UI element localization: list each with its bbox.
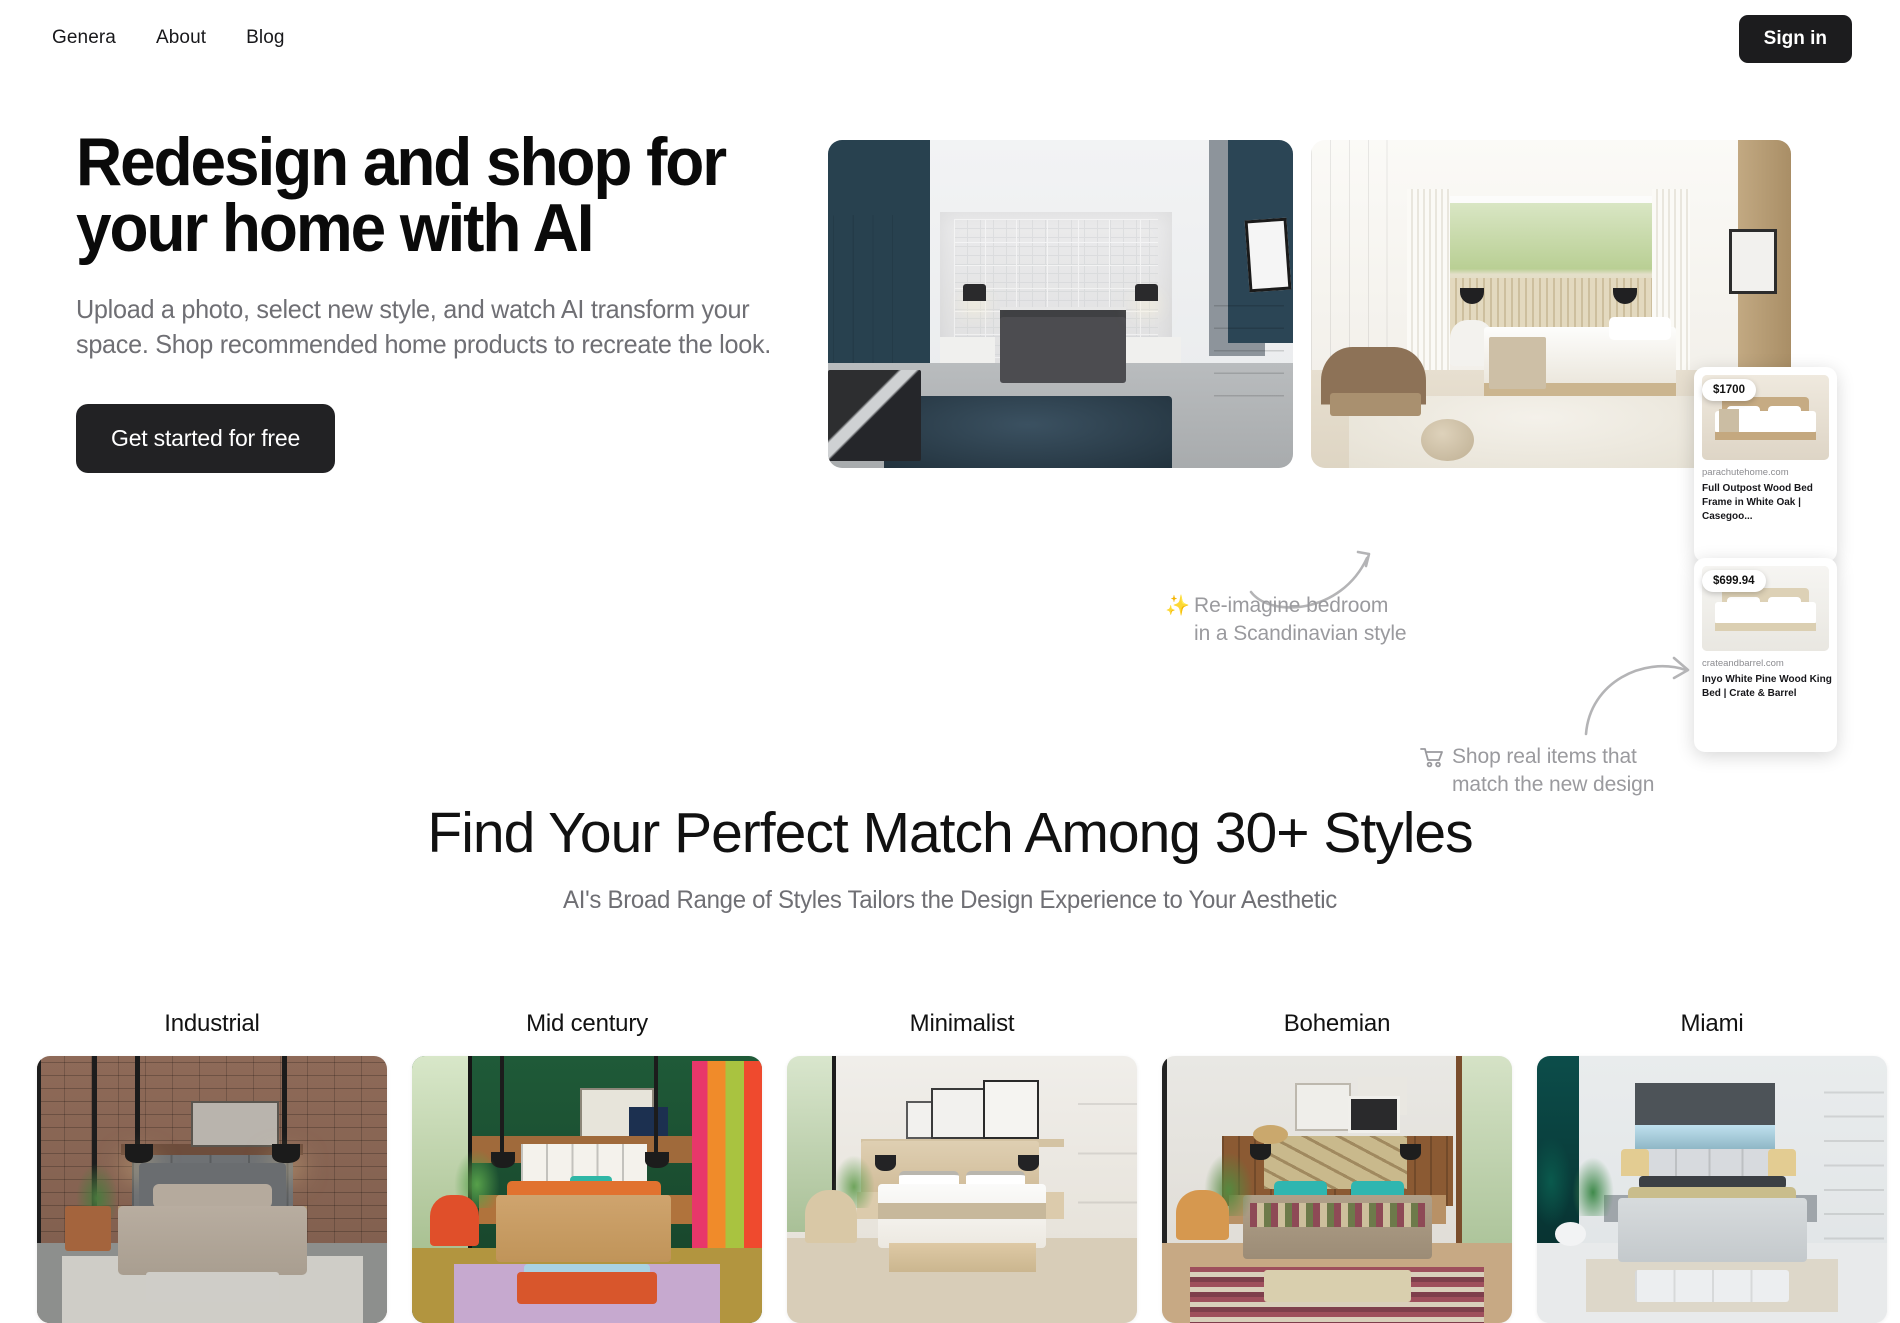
style-card-miami[interactable]: Miami xyxy=(1537,1010,1887,1323)
product-title: Full Outpost Wood Bed Frame in White Oak… xyxy=(1702,483,1813,523)
page-title: Redesign and shop for your home with AI xyxy=(76,124,727,266)
annotation-reimagine: Re-imagine bedroom in a Scandinavian sty… xyxy=(1194,594,1407,645)
product-card[interactable]: $699.94 crateandbarrel.com Inyo White Pi… xyxy=(1694,558,1837,752)
bedroom-before-illustration xyxy=(828,140,1293,468)
product-domain: parachutehome.com xyxy=(1702,467,1789,478)
nav-link-about[interactable]: About xyxy=(156,27,206,49)
style-cards-row: Industrial Mid century Minimalist Bohemi… xyxy=(0,1010,1900,1323)
style-card-image xyxy=(37,1056,387,1323)
style-card-image xyxy=(1162,1056,1512,1323)
style-card-image xyxy=(412,1056,762,1323)
hero-copy: Redesign and shop for your home with AI … xyxy=(76,124,816,474)
hero-image-before xyxy=(828,140,1293,468)
style-card-industrial[interactable]: Industrial xyxy=(37,1010,387,1323)
style-card-image xyxy=(787,1056,1137,1323)
style-card-mid-century[interactable]: Mid century xyxy=(412,1010,762,1323)
style-card-label: Minimalist xyxy=(909,1010,1015,1037)
style-card-image xyxy=(1537,1056,1887,1323)
product-card[interactable]: $1700 parachutehome.com Full Outpost Woo… xyxy=(1694,367,1837,562)
annotation-shop-items: Shop real items that match the new desig… xyxy=(1452,745,1655,796)
product-domain: crateandbarrel.com xyxy=(1702,658,1784,669)
styles-section: Find Your Perfect Match Among 30+ Styles… xyxy=(0,800,1900,915)
style-card-label: Bohemian xyxy=(1283,1010,1391,1037)
product-price-badge: $1700 xyxy=(1702,379,1756,401)
styles-section-title: Find Your Perfect Match Among 30+ Styles xyxy=(427,801,1473,865)
style-card-label: Miami xyxy=(1680,1010,1744,1037)
style-card-bohemian[interactable]: Bohemian xyxy=(1162,1010,1512,1323)
curved-arrow-icon xyxy=(1584,656,1690,736)
product-title: Inyo White Pine Wood King Bed | Crate & … xyxy=(1702,674,1832,700)
sparkle-icon: ✨ xyxy=(1165,595,1190,617)
cart-icon xyxy=(1420,748,1443,768)
nav-links: Genera About Blog xyxy=(52,27,285,49)
get-started-button[interactable]: Get started for free xyxy=(76,404,336,474)
top-navigation-bar: Genera About Blog Sign in xyxy=(0,0,1900,75)
nav-link-genera[interactable]: Genera xyxy=(52,27,116,49)
nav-link-blog[interactable]: Blog xyxy=(246,27,284,49)
sign-in-button[interactable]: Sign in xyxy=(1738,15,1852,63)
styles-section-subtitle: AI's Broad Range of Styles Tailors the D… xyxy=(563,886,1337,914)
product-price-badge: $699.94 xyxy=(1702,570,1766,592)
hero-subtext: Upload a photo, select new style, and wa… xyxy=(76,293,772,359)
style-card-label: Industrial xyxy=(164,1010,260,1037)
hero-section: Redesign and shop for your home with AI … xyxy=(0,75,1900,796)
style-card-label: Mid century xyxy=(526,1010,648,1037)
style-card-minimalist[interactable]: Minimalist xyxy=(787,1010,1137,1323)
